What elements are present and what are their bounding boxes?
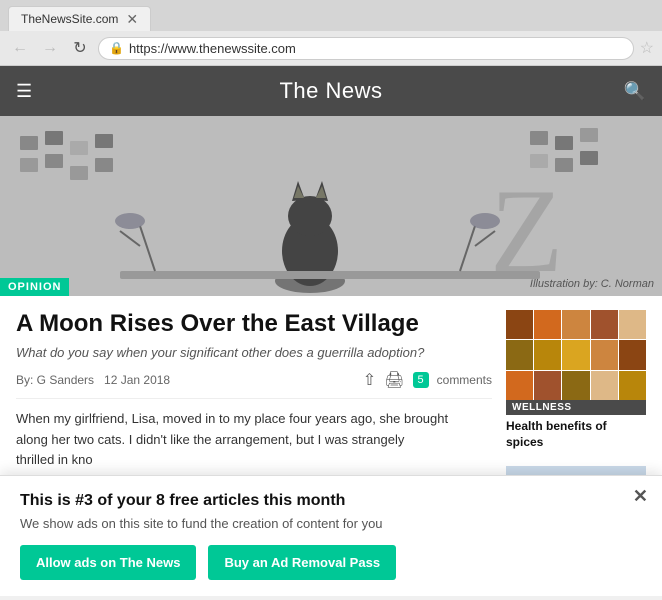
browser-chrome: TheNewsSite.com ✕ ← → ↻ 🔒 https://www.th… <box>0 0 662 66</box>
buy-pass-button[interactable]: Buy an Ad Removal Pass <box>208 545 396 580</box>
search-icon[interactable]: 🔍 <box>624 81 646 102</box>
website-content: ☰ The News 🔍 Z <box>0 66 662 596</box>
article-date: 12 Jan 2018 <box>104 373 170 387</box>
wellness-tag: WELLNESS <box>506 400 646 415</box>
lock-icon: 🔒 <box>109 41 124 55</box>
url-text: https://www.thenewssite.com <box>129 41 296 56</box>
wellness-card-label: Health benefits of spices <box>506 415 646 454</box>
paywall-buttons: Allow ads on The News Buy an Ad Removal … <box>20 545 642 580</box>
paywall-close-button[interactable]: ✕ <box>633 486 648 507</box>
hero-image: Z OPINION Illustration by: C. Nor <box>0 116 662 296</box>
forward-button[interactable]: → <box>38 36 62 60</box>
illustration-credit: Illustration by: C. Norman <box>530 278 654 290</box>
comments-count: 5 <box>413 372 429 388</box>
body-text-1: When my girlfriend, Lisa, moved in to my… <box>16 409 492 430</box>
bookmark-icon[interactable]: ☆ <box>640 38 654 58</box>
paywall-title: This is #3 of your 8 free articles this … <box>20 492 642 510</box>
site-title: The News <box>279 78 382 104</box>
sidebar-card-wellness[interactable]: WELLNESS Health benefits of spices <box>506 310 646 454</box>
paywall-overlay: ✕ This is #3 of your 8 free articles thi… <box>0 475 662 596</box>
body-text-2: along her two cats. I didn't like the ar… <box>16 430 492 451</box>
article-title: A Moon Rises Over the East Village <box>16 310 492 339</box>
browser-tab[interactable]: TheNewsSite.com ✕ <box>8 6 151 31</box>
meta-actions: ⇧ 🖨 5 comments <box>363 370 492 390</box>
address-bar-row: ← → ↻ 🔒 https://www.thenewssite.com ☆ <box>0 31 662 65</box>
article-meta: By: G Sanders 12 Jan 2018 ⇧ 🖨 5 comments <box>16 370 492 399</box>
print-icon[interactable]: 🖨 <box>384 370 404 390</box>
paywall-description: We show ads on this site to fund the cre… <box>20 516 642 531</box>
back-button[interactable]: ← <box>8 36 32 60</box>
article-subtitle: What do you say when your significant ot… <box>16 345 492 360</box>
hamburger-menu-icon[interactable]: ☰ <box>16 81 32 102</box>
wellness-card-image <box>506 310 646 400</box>
refresh-button[interactable]: ↻ <box>68 36 92 60</box>
opinion-badge: OPINION <box>0 278 69 296</box>
address-bar[interactable]: 🔒 https://www.thenewssite.com <box>98 37 634 60</box>
article-author: By: G Sanders <box>16 373 94 387</box>
share-icon[interactable]: ⇧ <box>363 370 376 390</box>
comments-label[interactable]: comments <box>437 373 492 387</box>
allow-ads-button[interactable]: Allow ads on The News <box>20 545 196 580</box>
site-navbar: ☰ The News 🔍 <box>0 66 662 116</box>
tab-close-icon[interactable]: ✕ <box>126 12 138 26</box>
tab-bar: TheNewsSite.com ✕ <box>0 0 662 31</box>
body-text-3: thrilled in kno <box>16 450 492 471</box>
tab-title: TheNewsSite.com <box>21 12 118 26</box>
